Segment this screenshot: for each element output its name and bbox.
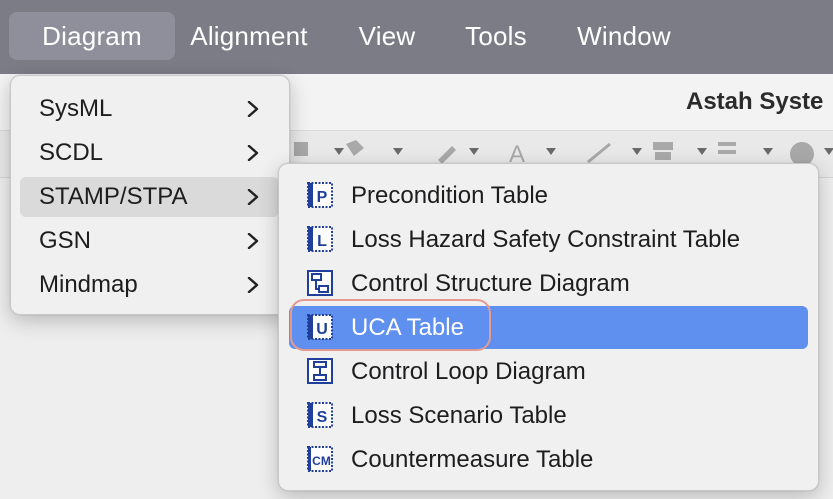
- toolbar-dropdown[interactable]: [334, 148, 344, 155]
- toolbar-dropdown[interactable]: [393, 148, 403, 155]
- menu-item-loss-hazard-table[interactable]: L Loss Hazard Safety Constraint Table: [289, 218, 808, 261]
- menu-item-sysml[interactable]: SysML: [20, 89, 279, 129]
- menu-alignment[interactable]: Alignment: [180, 12, 318, 60]
- menu-diagram[interactable]: Diagram: [9, 12, 175, 60]
- copy-icon: [294, 142, 308, 156]
- menu-window[interactable]: Window: [565, 12, 683, 60]
- menu-item-countermeasure-table[interactable]: CM Countermeasure Table: [289, 438, 808, 481]
- chevron-right-icon: [247, 189, 259, 205]
- chevron-right-icon: [247, 233, 259, 249]
- control-structure-diagram-icon: [307, 270, 333, 296]
- chevron-right-icon: [247, 145, 259, 161]
- app-title: Astah Syste: [686, 88, 824, 115]
- pen-icon: [438, 146, 456, 164]
- menu-tools[interactable]: Tools: [455, 12, 537, 60]
- paint-bucket-icon: [346, 140, 364, 156]
- distribute-icon: [718, 142, 736, 146]
- menu-item-precondition-table[interactable]: P Precondition Table: [289, 174, 808, 217]
- align-icon: [653, 142, 673, 150]
- menu-view[interactable]: View: [346, 12, 428, 60]
- menu-bar: Diagram Alignment View Tools Window: [0, 0, 833, 74]
- loss-hazard-table-icon: L: [307, 226, 333, 252]
- menu-item-stamp-stpa[interactable]: STAMP/STPA: [20, 177, 279, 217]
- toolbar-dropdown[interactable]: [632, 148, 642, 155]
- countermeasure-table-icon: CM: [307, 446, 333, 472]
- chevron-right-icon: [247, 277, 259, 293]
- svg-text:S: S: [317, 409, 328, 426]
- loss-scenario-table-icon: S: [307, 402, 333, 428]
- control-loop-diagram-icon: [307, 358, 333, 384]
- toolbar-dropdown[interactable]: [763, 148, 773, 155]
- menu-item-loss-scenario-table[interactable]: S Loss Scenario Table: [289, 394, 808, 437]
- menu-item-scdl[interactable]: SCDL: [20, 133, 279, 173]
- menu-item-gsn[interactable]: GSN: [20, 221, 279, 261]
- menu-item-control-loop-diagram[interactable]: Control Loop Diagram: [289, 350, 808, 393]
- toolbar-dropdown[interactable]: [546, 148, 556, 155]
- toolbar-dropdown[interactable]: [697, 148, 707, 155]
- svg-text:CM: CM: [312, 454, 331, 468]
- precondition-table-icon: P: [307, 182, 333, 208]
- svg-text:L: L: [317, 233, 327, 250]
- toolbar-dropdown[interactable]: [824, 148, 833, 155]
- menu-item-mindmap[interactable]: Mindmap: [20, 265, 279, 305]
- highlight-ring: [290, 299, 491, 351]
- chevron-right-icon: [247, 101, 259, 117]
- diagram-menu: SysML SCDL STAMP/STPA GSN Mindmap: [10, 75, 290, 315]
- line-icon: [587, 142, 611, 164]
- svg-text:P: P: [317, 189, 328, 206]
- toolbar-dropdown[interactable]: [469, 148, 479, 155]
